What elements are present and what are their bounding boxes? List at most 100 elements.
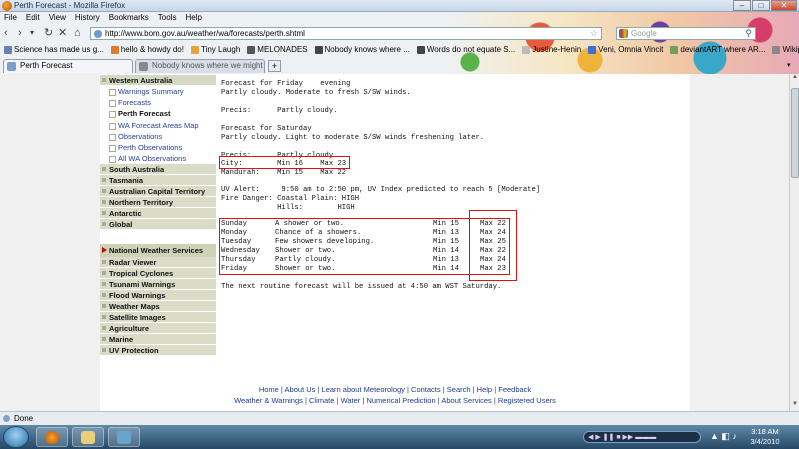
footer-link[interactable]: Feedback <box>498 385 531 394</box>
sidebar-item-tsunami-warnings[interactable]: Tsunami Warnings <box>100 279 216 291</box>
footer-link[interactable]: Water <box>341 396 361 405</box>
bookmark-label: Veni, Omnia Vincit <box>598 45 664 54</box>
bookmark-item[interactable]: Veni, Omnia Vincit <box>588 44 663 56</box>
footer-link[interactable]: Contacts <box>411 385 441 394</box>
status-text: Done <box>14 414 34 423</box>
bookmark-item[interactable]: Words do not equate S... <box>416 44 516 56</box>
reload-icon[interactable]: ↻ <box>44 27 53 39</box>
sidebar-item-forecasts[interactable]: Forecasts <box>100 97 216 109</box>
menu-bookmarks[interactable]: Bookmarks <box>109 12 149 24</box>
sidebar-item-tasmania[interactable]: Tasmania <box>100 175 216 187</box>
home-icon[interactable]: ⌂ <box>74 27 81 39</box>
footer-link[interactable]: Weather & Warnings <box>234 396 303 405</box>
taskbar-explorer[interactable] <box>72 427 104 447</box>
scrollbar-thumb[interactable] <box>791 88 799 178</box>
menu-view[interactable]: View <box>49 12 66 24</box>
back-icon[interactable]: ‹ <box>4 27 8 39</box>
bookmark-item[interactable]: Wikipedia <box>772 44 799 56</box>
bookmark-favicon-icon <box>588 46 597 54</box>
saturday-forecast-heading: Forecast for Saturday <box>221 125 312 133</box>
clock-date: 3/4/2010 <box>750 437 780 446</box>
bookmark-item[interactable]: Nobody knows where ... <box>314 44 410 56</box>
footer-link[interactable]: Registered Users <box>498 396 556 405</box>
sidebar-item-antarctic[interactable]: Antarctic <box>100 208 216 220</box>
menu-help[interactable]: Help <box>185 12 201 24</box>
menu-tools[interactable]: Tools <box>158 12 177 24</box>
sidebar-region-heading[interactable]: Western Australia <box>100 75 216 86</box>
footer-link[interactable]: Search <box>447 385 471 394</box>
footer-links-primary: Home | About Us | Learn about Meteorolog… <box>100 385 690 394</box>
stop-icon[interactable]: ✕ <box>58 27 67 39</box>
sidebar-item-flood-warnings[interactable]: Flood Warnings <box>100 290 216 302</box>
list-all-tabs-icon[interactable]: ▾ <box>787 61 797 72</box>
sidebar-national-heading[interactable]: National Weather Services <box>100 244 216 258</box>
bookmark-label: Science has made us g... <box>14 45 104 54</box>
sidebar-item-perth-forecast[interactable]: Perth Forecast <box>100 108 216 120</box>
system-tray[interactable]: ▲ ◧ ♪ <box>710 431 737 442</box>
tab-nobody-knows[interactable]: Nobody knows where we might en... <box>135 59 265 82</box>
taskbar-clock[interactable]: 3:18 AM 3/4/2010 <box>745 427 785 447</box>
sidebar-item-observations[interactable]: Observations <box>100 130 216 142</box>
sidebar-item-uv-protection[interactable]: UV Protection <box>100 345 216 357</box>
annotation-box-week <box>219 218 510 275</box>
sidebar-item-south-australia[interactable]: South Australia <box>100 164 216 176</box>
bookmark-star-icon[interactable]: ☆ <box>590 28 598 39</box>
taskbar-firefox[interactable] <box>36 427 68 447</box>
scroll-down-icon[interactable]: ▼ <box>790 401 799 411</box>
vertical-scrollbar[interactable]: ▲ ▼ <box>789 74 799 411</box>
footer-link[interactable]: About Services <box>441 396 491 405</box>
new-tab-button[interactable]: + <box>268 60 281 72</box>
taskbar-app[interactable] <box>108 427 140 447</box>
sidebar-item-northern-territory[interactable]: Northern Territory <box>100 197 216 209</box>
mandurah-temperatures: Mandurah: Min 15 Max 22 <box>221 169 347 177</box>
fire-danger-hills: Hills: HIGH <box>221 204 355 212</box>
search-icon[interactable]: ⚲ <box>745 28 752 39</box>
bookmark-item[interactable]: Science has made us g... <box>4 44 104 56</box>
bookmark-favicon-icon <box>522 46 531 54</box>
minimize-button[interactable]: – <box>733 0 751 11</box>
search-input[interactable]: Google ⚲ <box>616 27 756 40</box>
dropdown-icon[interactable]: ▾ <box>30 27 34 39</box>
footer-link[interactable]: Climate <box>309 396 334 405</box>
sidebar-item-perth-observations[interactable]: Perth Observations <box>100 141 216 154</box>
firefox-icon <box>45 431 59 444</box>
sidebar-item-act[interactable]: Australian Capital Territory <box>100 186 216 198</box>
sidebar-item-satellite-images[interactable]: Satellite Images <box>100 312 216 324</box>
menu-bar: File Edit View History Bookmarks Tools H… <box>0 12 211 24</box>
sidebar-item-agriculture[interactable]: Agriculture <box>100 323 216 335</box>
url-field[interactable]: http://www.bom.gov.au/weather/wa/forecas… <box>90 27 602 40</box>
bookmark-label: Words do not equate S... <box>426 45 516 54</box>
sidebar-item-radar-viewer[interactable]: Radar Viewer <box>100 257 216 269</box>
maximize-button[interactable]: □ <box>752 0 770 11</box>
media-player-controls[interactable]: ◀ ▶ ❚❚ ■ ▶▶ ▬▬▬ <box>583 431 701 443</box>
sidebar-item-all-wa-observations[interactable]: All WA Observations <box>100 153 216 165</box>
sidebar-item-global[interactable]: Global <box>100 219 216 231</box>
sidebar-item-marine[interactable]: Marine <box>100 334 216 346</box>
sidebar-item-tropical-cyclones[interactable]: Tropical Cyclones <box>100 268 216 280</box>
navigation-toolbar: ‹ › ▾ ↻ ✕ ⌂ http://www.bom.gov.au/weathe… <box>0 25 799 42</box>
footer-link[interactable]: Numerical Prediction <box>366 396 435 405</box>
bookmark-label: hello & howdy do! <box>120 45 184 54</box>
sidebar-item-wa-forecast-areas-map[interactable]: WA Forecast Areas Map <box>100 119 216 131</box>
forward-icon[interactable]: › <box>18 27 22 39</box>
search-placeholder: Google <box>631 29 657 38</box>
status-bar: Done <box>0 411 799 425</box>
start-button[interactable] <box>3 426 29 448</box>
footer-link[interactable]: Help <box>477 385 492 394</box>
footer-link[interactable]: Home <box>259 385 279 394</box>
bookmark-item[interactable]: deviantART where AR... <box>670 44 765 56</box>
tab-perth-forecast[interactable]: Perth Forecast <box>3 59 133 73</box>
scroll-up-icon[interactable]: ▲ <box>790 74 799 84</box>
sidebar-item-weather-maps[interactable]: Weather Maps <box>100 301 216 313</box>
sidebar-item-warnings-summary[interactable]: Warnings Summary <box>100 86 216 98</box>
menu-history[interactable]: History <box>75 12 100 24</box>
close-button[interactable]: ✕ <box>771 0 797 11</box>
bookmark-item[interactable]: hello & howdy do! <box>110 44 184 56</box>
bookmark-item[interactable]: Justine-Henin <box>522 44 581 56</box>
bookmark-item[interactable]: MELONADES <box>247 44 308 56</box>
footer-link[interactable]: Learn about Meteorology <box>322 385 405 394</box>
footer-link[interactable]: About Us <box>285 385 316 394</box>
bookmark-item[interactable]: Tiny Laugh <box>190 44 240 56</box>
menu-edit[interactable]: Edit <box>26 12 40 24</box>
menu-file[interactable]: File <box>4 12 17 24</box>
